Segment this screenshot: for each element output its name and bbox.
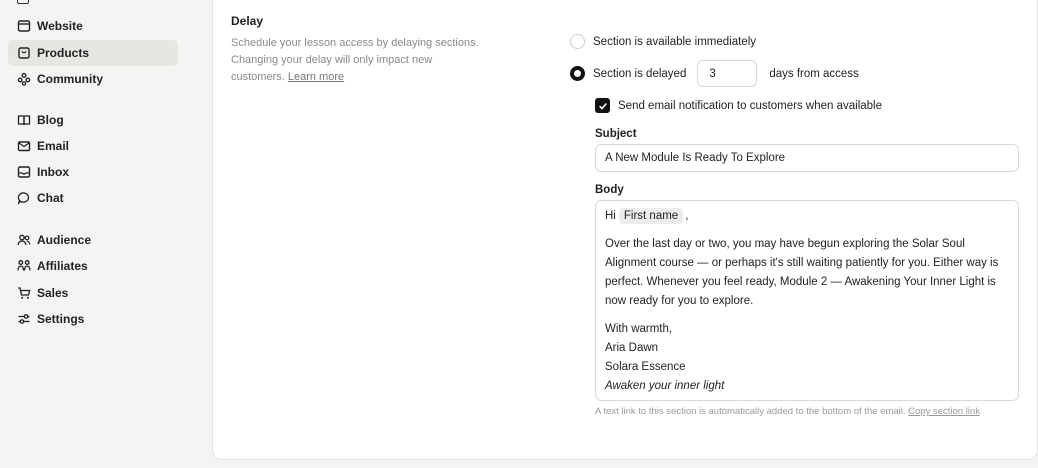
radio-immediate[interactable] (570, 34, 585, 49)
sidebar-item-label: Audience (37, 233, 92, 247)
sidebar-item-sales[interactable]: Sales (8, 280, 178, 306)
sidebar-item-blog[interactable]: Blog (8, 107, 178, 133)
sidebar-item-affiliates[interactable]: Affiliates (8, 253, 178, 279)
email-notification-checkbox[interactable] (595, 98, 610, 113)
partial-icon (17, 0, 29, 4)
book-icon (17, 113, 31, 127)
sidebar-item-label: Chat (37, 191, 64, 205)
sidebar-item-label: Affiliates (37, 259, 88, 273)
sidebar-item-label: Blog (37, 113, 64, 127)
inbox-icon (17, 165, 31, 179)
sliders-icon (17, 312, 31, 326)
sidebar-item-website[interactable]: Website (8, 13, 178, 39)
sidebar-item-label: Sales (37, 286, 69, 300)
sidebar-item-label: Products (37, 46, 90, 60)
radio-immediate-label: Section is available immediately (593, 35, 756, 48)
community-icon (17, 72, 31, 86)
subject-label: Subject (595, 128, 637, 140)
days-suffix-label: days from access (769, 67, 859, 80)
email-notification-label: Send email notification to customers whe… (618, 99, 883, 112)
checkmark-icon (598, 102, 607, 110)
sidebar-item-inbox[interactable]: Inbox (8, 159, 178, 185)
sender-tagline: Awaken your inner light (605, 380, 725, 392)
copy-section-link[interactable]: Copy section link (908, 406, 980, 417)
learn-more-link[interactable]: Learn more (288, 71, 344, 83)
sidebar-item-label: Inbox (37, 165, 69, 179)
body-label: Body (595, 184, 624, 196)
signoff-line: With warmth, (605, 323, 673, 335)
sidebar-item-label: Email (37, 139, 70, 153)
sender-name: Aria Dawn (605, 342, 659, 354)
email-notification-option[interactable]: Send email notification to customers whe… (595, 98, 882, 113)
sidebar-item-label: Website (37, 19, 83, 33)
radio-delayed-label: Section is delayed (593, 67, 687, 80)
sidebar-item-label: Community (37, 72, 103, 86)
subject-input[interactable]: A New Module Is Ready To Explore (595, 144, 1019, 172)
first-name-merge-tag[interactable]: First name (618, 208, 684, 224)
body-paragraph: Over the last day or two, you may have b… (605, 238, 999, 307)
cart-icon (17, 286, 31, 300)
browser-icon (17, 19, 31, 33)
mail-icon (17, 139, 31, 153)
radio-delayed[interactable] (570, 66, 585, 81)
sidebar-item-label: Settings (37, 312, 85, 326)
radio-option-immediate[interactable]: Section is available immediately (570, 34, 756, 49)
sidebar: Website Products Community Blog Email In… (0, 0, 188, 468)
package-icon (17, 46, 31, 60)
sidebar-item-products[interactable]: Products (8, 40, 178, 66)
chat-bubble-icon (17, 191, 31, 205)
section-link-note: A text link to this section is automatic… (595, 406, 980, 417)
sidebar-item-audience[interactable]: Audience (8, 227, 178, 253)
email-body-editor[interactable]: Hi First name, Over the last day or two, … (595, 200, 1019, 401)
affiliates-icon (17, 259, 31, 273)
delay-heading: Delay (231, 14, 264, 28)
sidebar-item-chat[interactable]: Chat (8, 185, 178, 211)
sidebar-item-community[interactable]: Community (8, 66, 178, 92)
delay-days-input[interactable]: 3 (697, 60, 758, 87)
sidebar-item-settings[interactable]: Settings (8, 306, 178, 332)
greeting-line: Hi First name, (605, 208, 689, 224)
delay-description: Schedule your lesson access by delaying … (231, 37, 479, 83)
sender-brand: Solara Essence (605, 361, 686, 373)
radio-option-delayed[interactable]: Section is delayed 3 days from access (570, 60, 859, 87)
users-icon (17, 233, 31, 247)
sidebar-item-email[interactable]: Email (8, 133, 178, 159)
